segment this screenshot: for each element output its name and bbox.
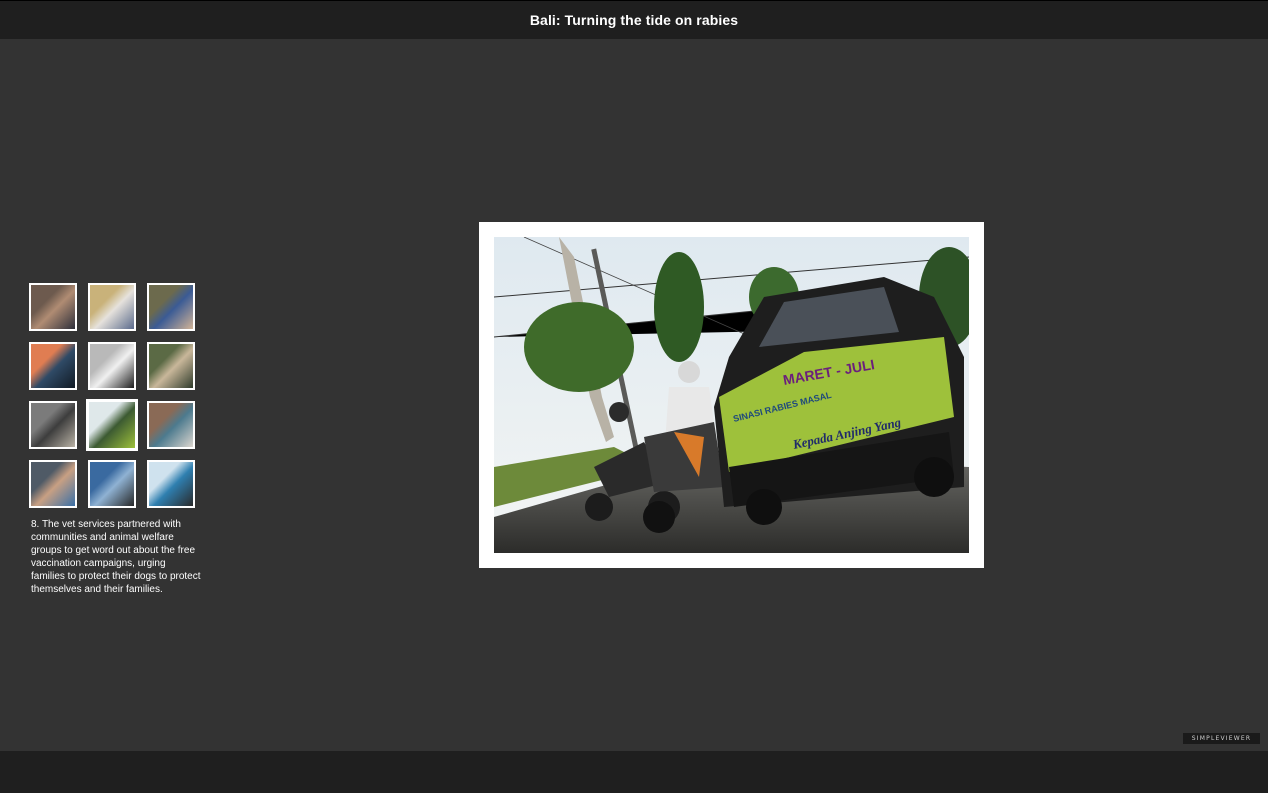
main-photo-frame: MARET - JULI SINASI RABIES MASAL Kepada … bbox=[479, 222, 984, 568]
thumbnail-9[interactable] bbox=[147, 401, 195, 449]
gallery-title: Bali: Turning the tide on rabies bbox=[529, 12, 739, 28]
thumbnail-2[interactable] bbox=[88, 283, 136, 331]
thumbnail-4[interactable] bbox=[29, 342, 77, 390]
thumbnail-3[interactable] bbox=[147, 283, 195, 331]
main-photo[interactable]: MARET - JULI SINASI RABIES MASAL Kepada … bbox=[494, 237, 969, 553]
thumbnail-1[interactable] bbox=[29, 283, 77, 331]
thumbnail-11[interactable] bbox=[88, 460, 136, 508]
title-bar: Bali: Turning the tide on rabies bbox=[0, 0, 1268, 39]
thumbnail-12[interactable] bbox=[147, 460, 195, 508]
thumbnail-10[interactable] bbox=[29, 460, 77, 508]
thumbnail-7[interactable] bbox=[29, 401, 77, 449]
photo-street-scene: MARET - JULI SINASI RABIES MASAL Kepada … bbox=[494, 237, 969, 553]
thumbnail-8[interactable] bbox=[86, 399, 138, 451]
bottom-bar bbox=[0, 751, 1268, 793]
photo-caption: 8. The vet services partnered with commu… bbox=[31, 519, 201, 595]
thumbnail-6[interactable] bbox=[147, 342, 195, 390]
thumbnail-5[interactable] bbox=[88, 342, 136, 390]
thumbnail-grid bbox=[29, 283, 195, 508]
simpleviewer-badge[interactable]: SIMPLEVIEWER bbox=[1183, 733, 1260, 744]
